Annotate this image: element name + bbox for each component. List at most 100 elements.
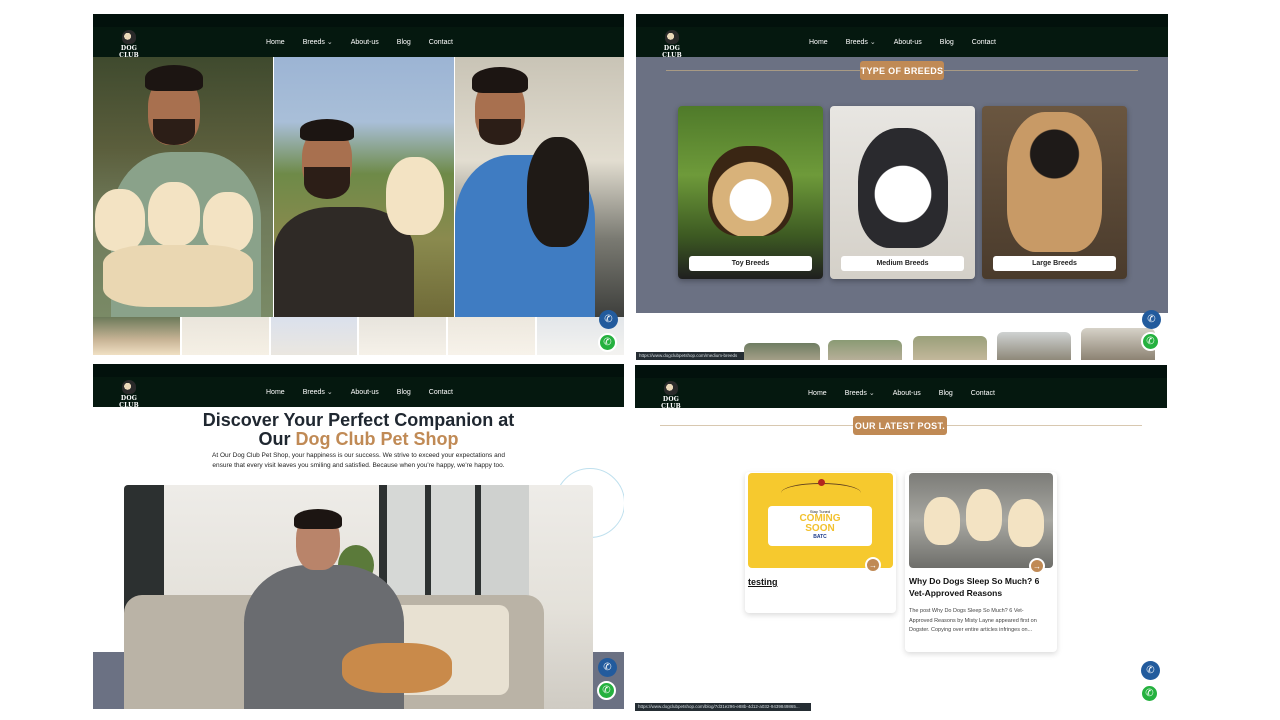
- blog-post-card[interactable]: → Why Do Dogs Sleep So Much? 6 Vet-Appro…: [905, 472, 1057, 652]
- blog-post-card[interactable]: Stay Tuned COMING SOON BATC → testing: [745, 472, 896, 613]
- sign-big-text2: SOON: [805, 523, 835, 534]
- nav-breeds-label: Breeds: [845, 39, 868, 46]
- call-button[interactable]: ✆: [599, 310, 618, 329]
- phone-icon: ✆: [604, 314, 613, 325]
- dog-logo-icon: [122, 380, 136, 394]
- gallery-thumb[interactable]: [997, 332, 1071, 360]
- hero-thumbnail[interactable]: [181, 317, 269, 355]
- post-title[interactable]: testing: [748, 577, 778, 587]
- coming-soon-image: Stay Tuned COMING SOON BATC: [748, 473, 893, 568]
- mastiff-image: [1007, 112, 1102, 252]
- gallery-thumb[interactable]: [828, 340, 902, 360]
- whatsapp-button[interactable]: ✆: [598, 333, 617, 352]
- nail: [818, 479, 825, 486]
- nav-about[interactable]: About-us: [351, 39, 379, 46]
- logo-text: DOG CLUB: [119, 395, 139, 409]
- about-photo: [124, 485, 593, 709]
- hang-string: [781, 483, 861, 503]
- nav-about[interactable]: About-us: [351, 389, 379, 396]
- man-hair: [294, 509, 342, 529]
- nav-menu: Home Breeds ⌄ About-us Blog Contact: [809, 27, 996, 57]
- breed-card-medium[interactable]: Medium Breeds: [830, 106, 975, 279]
- nav-menu: Home Breeds ⌄ About-us Blog Contact: [266, 377, 453, 407]
- nav-blog[interactable]: Blog: [397, 389, 411, 396]
- breed-card-label: Toy Breeds: [689, 256, 812, 271]
- nav-contact[interactable]: Contact: [429, 389, 453, 396]
- about-heading-line1: Discover Your Perfect Companion at: [202, 410, 515, 430]
- phone-icon: ✆: [1146, 665, 1155, 676]
- whatsapp-button[interactable]: ✆: [1140, 684, 1159, 703]
- about-heading-brand: Dog Club Pet Shop: [295, 429, 459, 449]
- navbar: DOG CLUB Home Breeds ⌄ About-us Blog Cont…: [93, 27, 624, 59]
- nav-contact[interactable]: Contact: [971, 390, 995, 397]
- browser-top-strip: [93, 364, 624, 377]
- logo[interactable]: DOG CLUB: [115, 30, 143, 59]
- nav-about[interactable]: About-us: [894, 39, 922, 46]
- hero-thumbnail[interactable]: [270, 317, 358, 355]
- breed-card-label: Medium Breeds: [841, 256, 964, 271]
- dog-logo-icon: [665, 30, 679, 44]
- navbar: DOG CLUB Home Breeds ⌄ About-us Blog Cont…: [636, 27, 1168, 59]
- navbar: DOG CLUB Home Breeds ⌄ About-us Blog Cont…: [635, 378, 1167, 410]
- breeds-section-bg: TYPE OF BREEDS Toy Breeds Medium Breeds …: [636, 57, 1168, 313]
- nav-blog[interactable]: Blog: [397, 39, 411, 46]
- hero-panel: DOG CLUB Home Breeds ⌄ About-us Blog Cont…: [93, 14, 624, 355]
- nav-menu: Home Breeds ⌄ About-us Blog Contact: [266, 27, 453, 57]
- about-panel: DOG CLUB Home Breeds ⌄ About-us Blog Cont…: [93, 364, 624, 709]
- beagle-image: [708, 146, 793, 236]
- nav-breeds[interactable]: Breeds ⌄: [846, 38, 876, 46]
- hero-thumbnail-strip: [93, 317, 624, 355]
- post-excerpt-line1: The post Why Do Dogs Sleep So Much? 6 Ve…: [909, 608, 1024, 614]
- call-button[interactable]: ✆: [1142, 310, 1161, 329]
- whatsapp-icon: ✆: [603, 337, 612, 348]
- nav-home[interactable]: Home: [808, 390, 827, 397]
- logo[interactable]: DOG CLUB: [658, 30, 686, 59]
- post-title-line1: Why Do Dogs Sleep So Much? 6: [909, 576, 1040, 586]
- whatsapp-button[interactable]: ✆: [1141, 332, 1160, 351]
- call-button[interactable]: ✆: [598, 658, 617, 677]
- read-more-button[interactable]: →: [865, 557, 881, 573]
- about-heading-our: Our: [258, 429, 291, 449]
- nav-home[interactable]: Home: [809, 39, 828, 46]
- nav-breeds[interactable]: Breeds ⌄: [845, 389, 875, 397]
- blog-panel: DOG CLUB Home Breeds ⌄ About-us Blog Cont…: [635, 365, 1167, 712]
- nav-home[interactable]: Home: [266, 39, 285, 46]
- arrow-right-icon: →: [869, 560, 877, 570]
- about-paragraph-line1: At Our Dog Club Pet Shop, your happiness…: [212, 452, 505, 459]
- hero-thumbnail[interactable]: [93, 317, 180, 355]
- nav-breeds[interactable]: Breeds ⌄: [303, 38, 333, 46]
- hero-thumbnail[interactable]: [359, 317, 447, 355]
- breed-card-large[interactable]: Large Breeds: [982, 106, 1127, 279]
- breeds-panel: DOG CLUB Home Breeds ⌄ About-us Blog Cont…: [636, 14, 1168, 360]
- whatsapp-button[interactable]: ✆: [597, 681, 616, 700]
- logo[interactable]: DOG CLUB: [657, 381, 685, 410]
- gallery-thumb[interactable]: [913, 336, 987, 360]
- nav-contact[interactable]: Contact: [972, 39, 996, 46]
- nav-about[interactable]: About-us: [893, 390, 921, 397]
- breeds-heading: TYPE OF BREEDS: [860, 61, 944, 80]
- breed-card-label: Large Breeds: [993, 256, 1116, 271]
- hero-thumbnail[interactable]: [448, 317, 536, 355]
- post-title[interactable]: Why Do Dogs Sleep So Much? 6 Vet-Approve…: [909, 575, 1049, 599]
- gallery-thumb[interactable]: [744, 343, 820, 360]
- nav-blog[interactable]: Blog: [940, 39, 954, 46]
- about-heading-line2: Our Dog Club Pet Shop: [93, 430, 624, 449]
- read-more-button[interactable]: →: [1029, 558, 1045, 574]
- nav-blog[interactable]: Blog: [939, 390, 953, 397]
- post-excerpt-line2: Approved Reasons by Misty Layne appeared…: [909, 617, 1037, 624]
- nav-breeds-label: Breeds: [302, 39, 325, 46]
- call-button[interactable]: ✆: [1141, 661, 1160, 680]
- nav-breeds[interactable]: Breeds ⌄: [303, 388, 333, 396]
- browser-top-strip: [636, 14, 1168, 27]
- logo[interactable]: DOG CLUB: [115, 380, 143, 409]
- whatsapp-icon: ✆: [1145, 688, 1154, 699]
- about-heading: Discover Your Perfect Companion at Our D…: [93, 411, 624, 449]
- chevron-down-icon: ⌄: [326, 389, 333, 396]
- puppies-image: [909, 473, 1053, 568]
- dog-logo-icon: [664, 381, 678, 395]
- nav-contact[interactable]: Contact: [429, 39, 453, 46]
- nav-home[interactable]: Home: [266, 389, 285, 396]
- phone-icon: ✆: [603, 662, 612, 673]
- nav-menu: Home Breeds ⌄ About-us Blog Contact: [808, 378, 995, 408]
- breed-card-toy[interactable]: Toy Breeds: [678, 106, 823, 279]
